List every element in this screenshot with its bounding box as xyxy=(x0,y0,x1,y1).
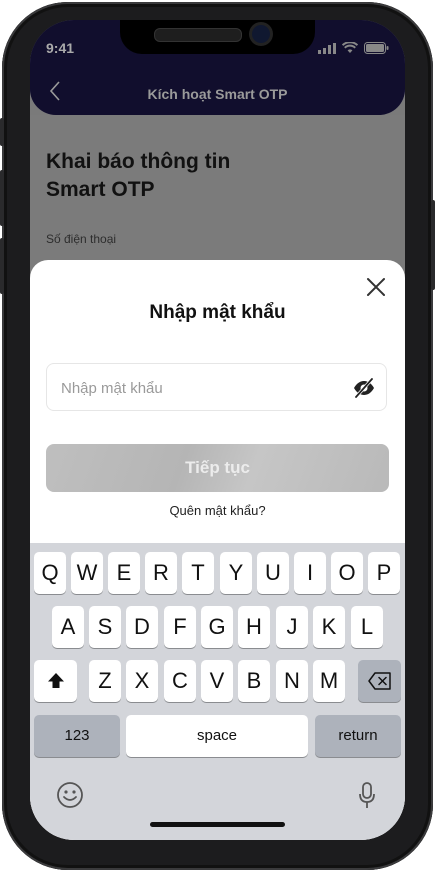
key-n[interactable]: N xyxy=(276,660,308,702)
password-input[interactable] xyxy=(59,364,343,412)
notch xyxy=(120,20,315,54)
key-c[interactable]: C xyxy=(164,660,196,702)
password-field[interactable] xyxy=(46,363,387,412)
key-v[interactable]: V xyxy=(201,660,233,702)
key-f[interactable]: F xyxy=(164,606,196,648)
key-m[interactable]: M xyxy=(313,660,345,702)
key-h[interactable]: H xyxy=(238,606,270,648)
key-a[interactable]: A xyxy=(52,606,84,648)
emoji-icon[interactable] xyxy=(56,781,84,809)
mute-switch xyxy=(0,118,4,146)
key-t[interactable]: T xyxy=(182,552,214,594)
status-time: 9:41 xyxy=(46,40,75,56)
eye-slash-icon[interactable] xyxy=(352,376,376,400)
front-camera xyxy=(252,25,270,43)
key-r[interactable]: R xyxy=(145,552,177,594)
wifi-icon xyxy=(342,42,358,53)
key-k[interactable]: K xyxy=(313,606,345,648)
key-d[interactable]: D xyxy=(126,606,158,648)
key-g[interactable]: G xyxy=(201,606,233,648)
key-s[interactable]: S xyxy=(89,606,121,648)
key-b[interactable]: B xyxy=(238,660,270,702)
status-icons xyxy=(318,42,389,54)
volume-up-button xyxy=(0,170,4,226)
battery-icon xyxy=(364,42,389,54)
backspace-icon xyxy=(367,672,391,690)
microphone-icon[interactable] xyxy=(357,781,377,811)
key-u[interactable]: U xyxy=(257,552,289,594)
sheet-title: Nhập mật khẩu xyxy=(149,302,286,323)
key-x[interactable]: X xyxy=(126,660,158,702)
signal-icon xyxy=(318,43,336,54)
key-p[interactable]: P xyxy=(368,552,400,594)
key-l[interactable]: L xyxy=(351,606,383,648)
forgot-password-link[interactable]: Quên mật khẩu? xyxy=(30,503,405,518)
close-icon[interactable] xyxy=(363,274,389,300)
home-indicator xyxy=(150,822,285,827)
screen: 9:41 Kích hoạt Smart OTP Khai báo thông … xyxy=(30,20,405,840)
speaker-grille xyxy=(154,28,242,42)
space-key[interactable]: space xyxy=(126,715,308,757)
continue-button[interactable]: Tiếp tục xyxy=(46,444,389,492)
power-button xyxy=(431,200,435,290)
key-y[interactable]: Y xyxy=(220,552,252,594)
phone-label: Số điện thoại xyxy=(46,232,117,246)
shift-key[interactable] xyxy=(34,660,77,702)
return-key[interactable]: return xyxy=(315,715,401,757)
delete-key[interactable] xyxy=(358,660,401,702)
shift-arrow-icon xyxy=(47,673,64,688)
keyboard: Q W E R T Y U I O P A S D F G H J K L Z … xyxy=(30,543,405,840)
key-e[interactable]: E xyxy=(108,552,140,594)
header-title: Kích hoạt Smart OTP xyxy=(147,86,288,102)
page-title: Khai báo thông tin Smart OTP xyxy=(46,150,231,201)
key-o[interactable]: O xyxy=(331,552,363,594)
numbers-key[interactable]: 123 xyxy=(34,715,120,757)
key-j[interactable]: J xyxy=(276,606,308,648)
volume-down-button xyxy=(0,238,4,294)
key-i[interactable]: I xyxy=(294,552,326,594)
key-q[interactable]: Q xyxy=(34,552,66,594)
key-w[interactable]: W xyxy=(71,552,103,594)
key-z[interactable]: Z xyxy=(89,660,121,702)
